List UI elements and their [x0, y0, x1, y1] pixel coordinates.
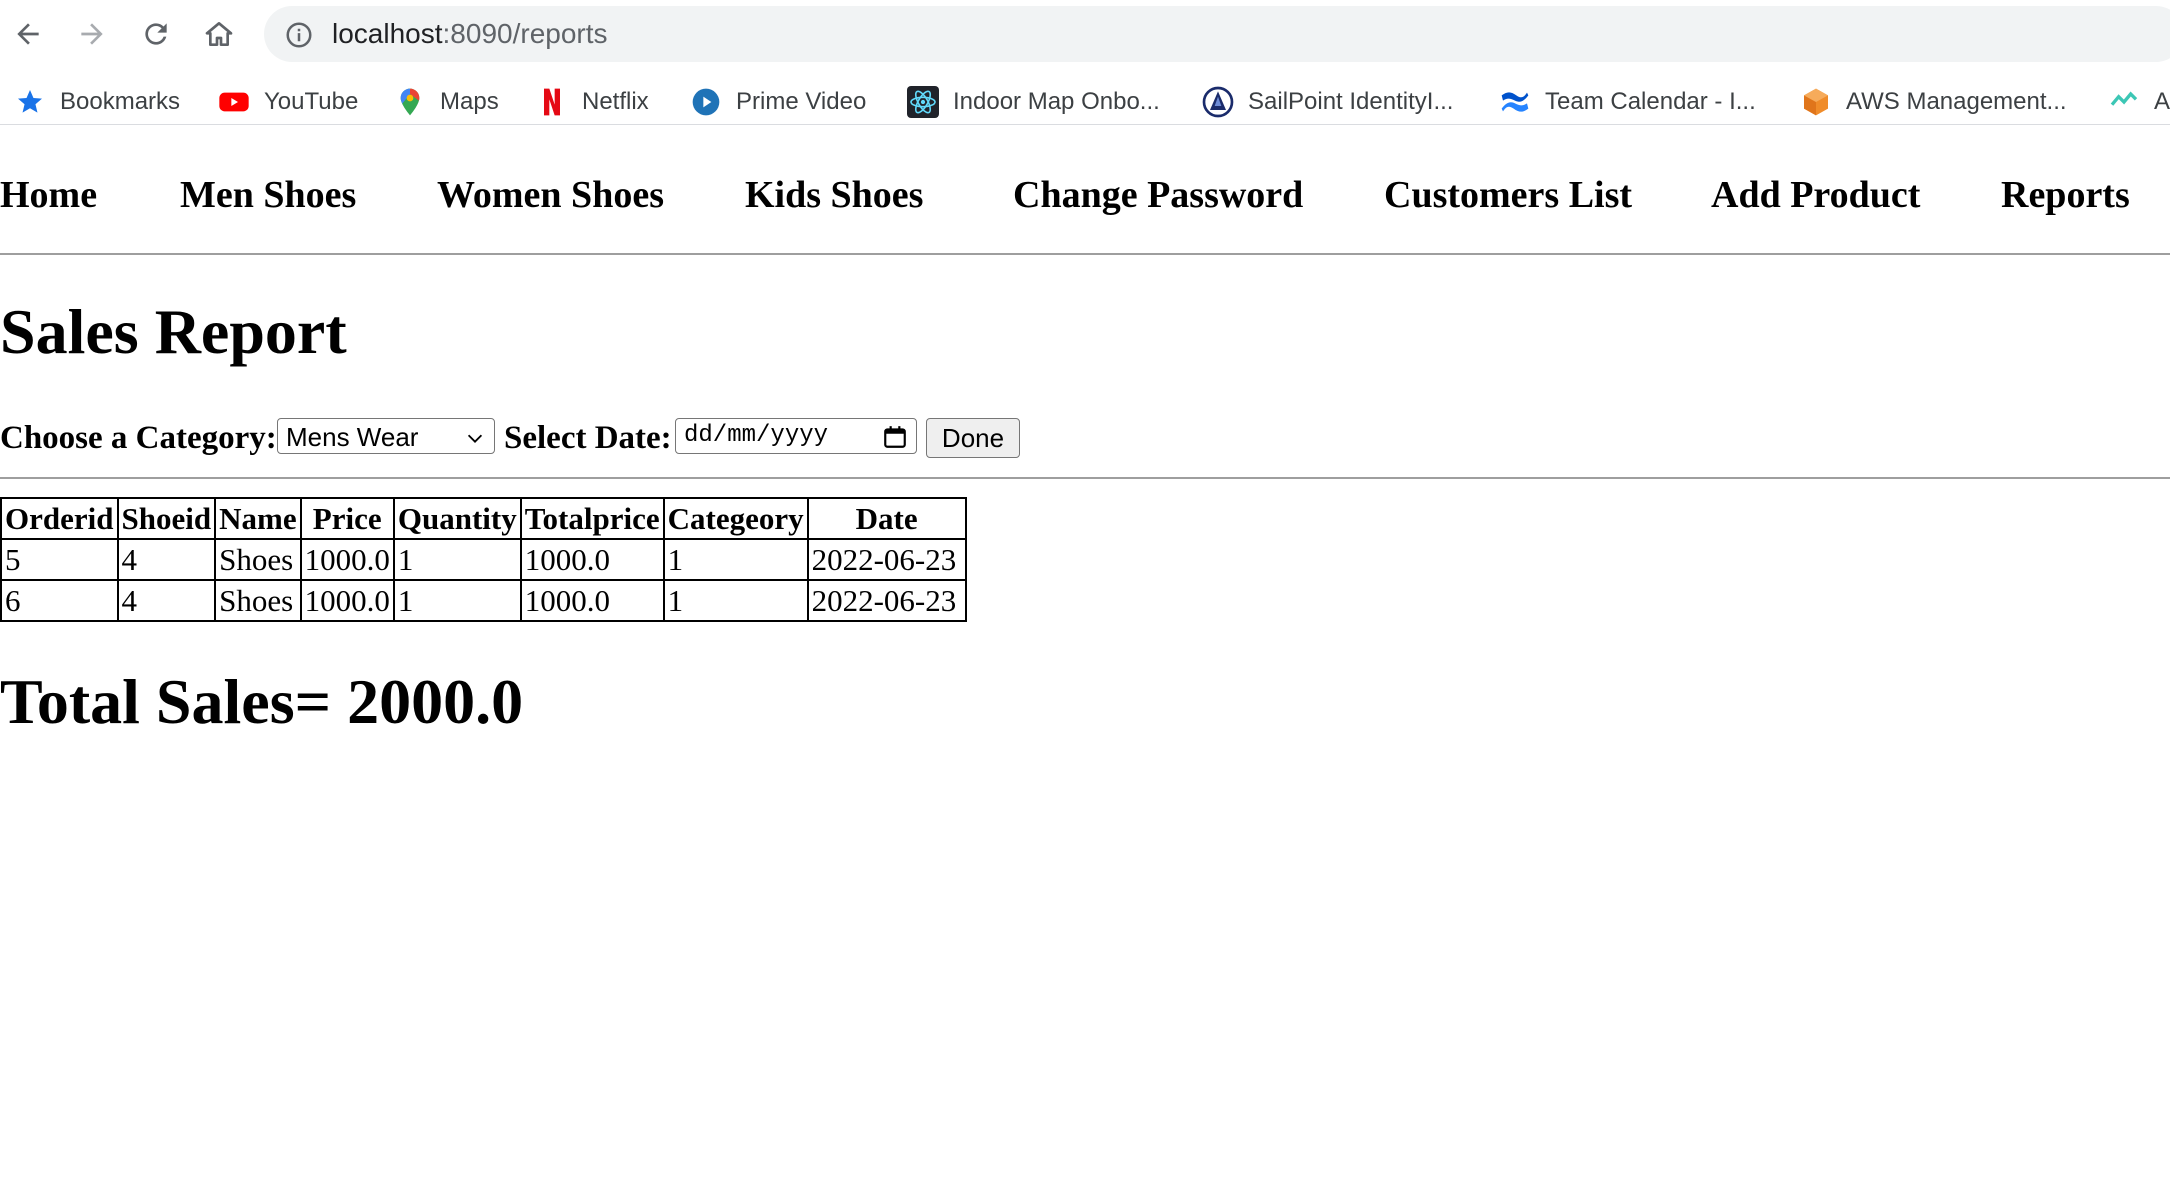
bookmark-label: YouTube: [264, 88, 359, 115]
prime-video-icon: [690, 86, 722, 118]
bookmarks-bar: Bookmarks YouTube Maps Netflix Prime Vid…: [0, 80, 2170, 125]
column-header-totalprice: Totalprice: [519, 497, 665, 540]
total-sales: Total Sales= 2000.0: [0, 666, 524, 737]
cell-quantity: 1: [392, 538, 522, 581]
bookmark-label: Maps: [440, 88, 499, 115]
category-selected-value: Mens Wear: [286, 422, 419, 452]
cell-date: 2022-06-23: [806, 579, 967, 622]
bookmark-label: SailPoint IdentityI...: [1248, 88, 1454, 115]
url-text: localhost:8090/reports: [332, 6, 608, 62]
nav-customers-list[interactable]: Customers List: [1384, 173, 1632, 217]
bookmark-icon: [2108, 86, 2140, 118]
nav-men-shoes[interactable]: Men Shoes: [180, 173, 356, 217]
category-label: Choose a Category:: [0, 420, 277, 456]
url-host: localhost: [332, 18, 443, 49]
table-row: 5 4 Shoes 1000.0 1 1000.0 1 2022-06-23: [0, 538, 967, 581]
bookmark-label: AWS Management...: [1846, 88, 2067, 115]
done-button[interactable]: Done: [926, 418, 1020, 458]
nav-home[interactable]: Home: [0, 173, 97, 217]
nav-reports[interactable]: Reports: [2001, 173, 2130, 217]
cell-quantity: 1: [392, 579, 522, 622]
maps-icon: [394, 86, 426, 118]
cell-name: Shoes: [214, 538, 302, 581]
aws-icon: [1800, 86, 1832, 118]
browser-toolbar: localhost:8090/reports: [0, 0, 2170, 68]
bookmark-label: A: [2154, 88, 2170, 115]
home-icon: [205, 22, 233, 46]
cell-price: 1000.0: [299, 538, 395, 581]
address-bar[interactable]: localhost:8090/reports: [264, 6, 2170, 62]
site-nav: Home Men Shoes Women Shoes Kids Shoes Ch…: [0, 135, 2170, 253]
bookmark-netflix[interactable]: Netflix: [536, 80, 649, 124]
column-header-category: Categeory: [662, 497, 809, 540]
column-header-date: Date: [806, 497, 967, 540]
column-header-price: Price: [299, 497, 395, 540]
cell-totalprice: 1000.0: [519, 579, 665, 622]
bookmark-prime-video[interactable]: Prime Video: [690, 80, 866, 124]
info-icon[interactable]: [284, 20, 314, 50]
netflix-icon: [536, 86, 568, 118]
bookmark-label: Team Calendar - I...: [1545, 88, 1756, 115]
nav-kids-shoes[interactable]: Kids Shoes: [745, 173, 923, 217]
nav-add-product[interactable]: Add Product: [1711, 173, 1920, 217]
bookmark-aws[interactable]: AWS Management...: [1800, 80, 2067, 124]
table-header-row: Orderid Shoeid Name Price Quantity Total…: [0, 497, 967, 540]
sales-table: Orderid Shoeid Name Price Quantity Total…: [0, 497, 967, 622]
bookmark-truncated[interactable]: A: [2108, 80, 2170, 124]
column-header-name: Name: [214, 497, 302, 540]
react-icon: [907, 86, 939, 118]
chevron-down-icon: [467, 434, 483, 443]
report-filter-form: Choose a Category: Mens Wear Select Date…: [0, 418, 1100, 462]
cell-date: 2022-06-23: [806, 538, 967, 581]
cell-shoeid: 4: [116, 579, 217, 622]
bookmark-sailpoint[interactable]: SailPoint IdentityI...: [1202, 80, 1453, 124]
calendar-icon[interactable]: [882, 424, 908, 450]
reload-button[interactable]: [136, 14, 176, 54]
column-header-quantity: Quantity: [392, 497, 522, 540]
cell-orderid: 5: [0, 538, 119, 581]
nav-change-password[interactable]: Change Password: [1013, 173, 1303, 217]
divider: [0, 477, 2170, 479]
cell-orderid: 6: [0, 579, 119, 622]
nav-women-shoes[interactable]: Women Shoes: [437, 173, 664, 217]
column-header-orderid: Orderid: [0, 497, 119, 540]
back-button[interactable]: [8, 14, 48, 54]
star-icon: [14, 86, 46, 118]
date-placeholder: dd/mm/yyyy: [684, 422, 829, 449]
cell-category: 1: [662, 538, 809, 581]
cell-category: 1: [662, 579, 809, 622]
table-row: 6 4 Shoes 1000.0 1 1000.0 1 2022-06-23: [0, 579, 967, 622]
reload-icon: [145, 23, 167, 45]
cell-totalprice: 1000.0: [519, 538, 665, 581]
bookmark-youtube[interactable]: YouTube: [218, 80, 358, 124]
bookmark-label: Bookmarks: [60, 88, 181, 115]
confluence-icon: [1499, 86, 1531, 118]
date-input[interactable]: dd/mm/yyyy: [675, 418, 917, 454]
bookmark-team-calendar[interactable]: Team Calendar - I...: [1499, 80, 1756, 124]
bookmark-label: Prime Video: [736, 88, 867, 115]
divider: [0, 253, 2170, 255]
page-content: Home Men Shoes Women Shoes Kids Shoes Ch…: [0, 135, 2170, 1196]
cell-shoeid: 4: [116, 538, 217, 581]
bookmark-label: Indoor Map Onbo...: [953, 88, 1160, 115]
cell-price: 1000.0: [299, 579, 395, 622]
bookmark-maps[interactable]: Maps: [394, 80, 499, 124]
arrow-left-icon: [17, 23, 39, 45]
sailpoint-icon: [1202, 86, 1234, 118]
bookmark-bookmarks[interactable]: Bookmarks: [14, 80, 180, 124]
bookmark-indoor-map[interactable]: Indoor Map Onbo...: [907, 80, 1160, 124]
date-label: Select Date:: [504, 420, 672, 456]
url-path: :8090/reports: [442, 18, 608, 49]
youtube-icon: [218, 86, 250, 118]
bookmark-label: Netflix: [582, 88, 649, 115]
forward-button[interactable]: [72, 14, 112, 54]
home-button[interactable]: [199, 14, 239, 54]
page-title: Sales Report: [0, 296, 347, 367]
category-select[interactable]: Mens Wear: [277, 418, 495, 454]
column-header-shoeid: Shoeid: [116, 497, 217, 540]
cell-name: Shoes: [214, 579, 302, 622]
arrow-right-icon: [81, 23, 103, 45]
